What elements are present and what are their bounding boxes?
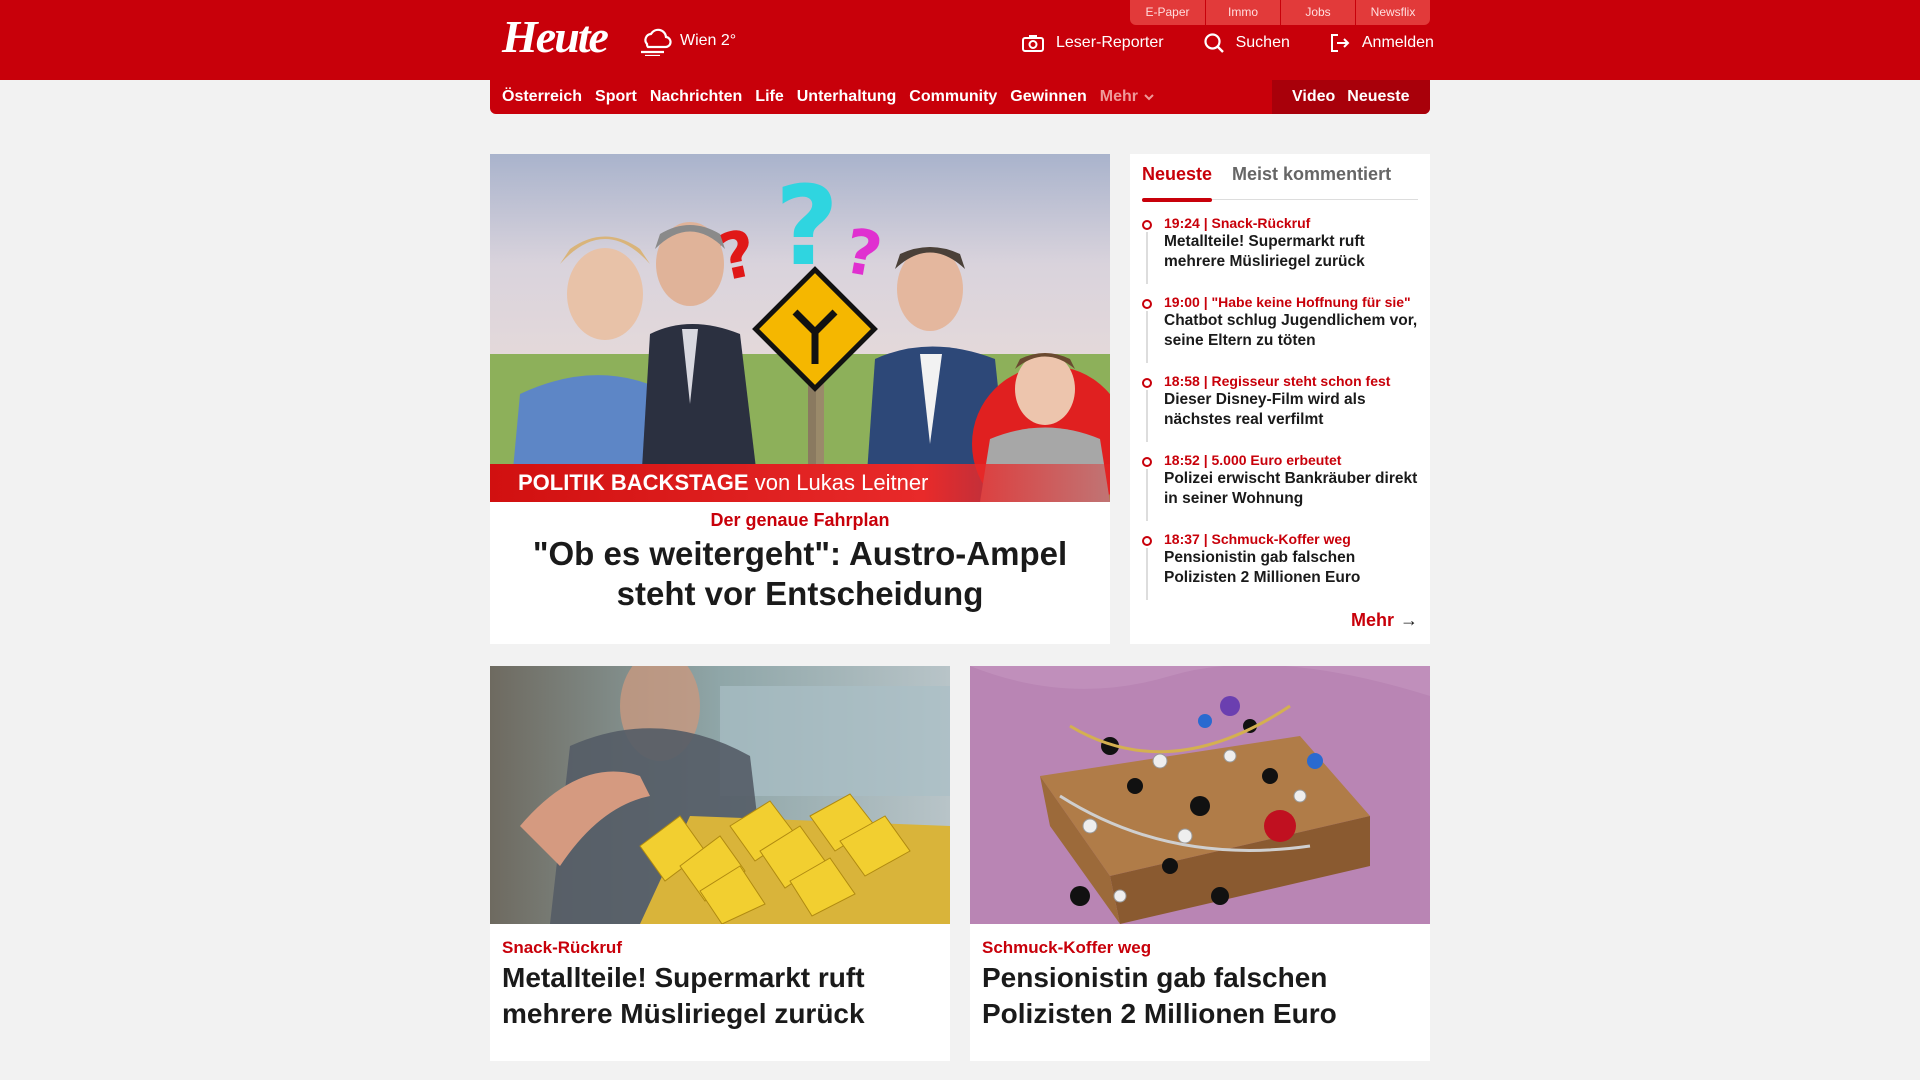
hero-caption-banner: POLITIK BACKSTAGE von Lukas Leitner <box>490 464 1110 502</box>
camera-icon <box>1022 35 1044 52</box>
list-item[interactable]: 18:58 | Regisseur steht schon fest Diese… <box>1142 372 1422 451</box>
timeline-line <box>1146 311 1148 363</box>
weather-cloud-icon <box>641 28 672 56</box>
leser-reporter-label: Leser-Reporter <box>1056 34 1164 51</box>
news-title[interactable]: Metallteile! Supermarkt ruft mehrere Müs… <box>1164 232 1422 272</box>
news-meta: 18:52 | 5.000 Euro erbeutet <box>1164 452 1342 468</box>
top-links: E-Paper Immo Jobs Newsflix <box>1130 0 1430 25</box>
weather-widget[interactable]: Wien 2° <box>638 26 736 56</box>
news-title[interactable]: Polizei erwischt Bankräuber direkt in se… <box>1164 469 1422 509</box>
news-list: 19:24 | Snack-Rückruf Metallteile! Super… <box>1142 214 1422 609</box>
list-item[interactable]: 18:52 | 5.000 Euro erbeutet Polizei erwi… <box>1142 451 1422 530</box>
timeline-dot <box>1142 378 1152 388</box>
timeline-line <box>1146 390 1148 442</box>
tab-meist-kommentiert[interactable]: Meist kommentiert <box>1232 164 1391 200</box>
nav-more-dropdown[interactable]: Mehr <box>1100 88 1156 106</box>
login-label: Anmelden <box>1361 34 1434 51</box>
nav-item-oesterreich[interactable]: Österreich <box>502 88 582 106</box>
nav-item-sport[interactable]: Sport <box>595 88 637 106</box>
nav-item-gewinnen[interactable]: Gewinnen <box>1010 88 1086 106</box>
card-image[interactable] <box>970 666 1430 924</box>
jobs-link[interactable]: Jobs <box>1280 0 1355 25</box>
hero-image[interactable]: ? ? ? <box>490 154 1110 502</box>
nav-item-unterhaltung[interactable]: Unterhaltung <box>797 88 897 106</box>
timeline-dot <box>1142 220 1152 230</box>
news-title[interactable]: Dieser Disney-Film wird als nächstes rea… <box>1164 390 1422 430</box>
immo-link[interactable]: Immo <box>1205 0 1280 25</box>
hero-article[interactable]: ? ? ? POLITIK BACKSTAGE von Lukas Leitne… <box>490 154 1110 644</box>
news-title[interactable]: Chatbot schlug Jugendlichem vor, seine E… <box>1164 311 1422 351</box>
leser-reporter-button[interactable]: Leser-Reporter <box>1022 34 1164 52</box>
sidebar-more-link[interactable]: Mehr → <box>1351 610 1418 631</box>
newsflix-link[interactable]: Newsflix <box>1355 0 1430 25</box>
nav-more-label: Mehr <box>1099 88 1138 105</box>
sidebar-tabs: Neueste Meist kommentiert <box>1142 164 1418 202</box>
nav-item-nachrichten[interactable]: Nachrichten <box>650 88 742 106</box>
timeline-dot <box>1142 299 1152 309</box>
news-meta: 18:58 | Regisseur steht schon fest <box>1164 373 1391 389</box>
tab-neueste[interactable]: Neueste <box>1142 164 1213 202</box>
nav-item-life[interactable]: Life <box>755 88 783 106</box>
list-item[interactable]: 19:24 | Snack-Rückruf Metallteile! Super… <box>1142 214 1422 293</box>
svg-text:?: ? <box>775 162 839 290</box>
header-actions: Leser-Reporter Suchen Anmelden <box>1022 33 1434 53</box>
article-card[interactable]: Schmuck-Koffer weg Pensionistin gab fals… <box>970 666 1430 1061</box>
weather-label: Wien 2° <box>680 32 737 49</box>
login-icon <box>1330 34 1350 52</box>
login-button[interactable]: Anmelden <box>1330 33 1434 53</box>
card-title[interactable]: Metallteile! Supermarkt ruft mehrere Müs… <box>502 960 942 1032</box>
nav-items: Österreich Sport Nachrichten Life Unterh… <box>502 80 1169 114</box>
epaper-link[interactable]: E-Paper <box>1130 0 1205 25</box>
card-title[interactable]: Pensionistin gab falschen Polizisten 2 M… <box>982 960 1422 1032</box>
search-icon <box>1204 33 1224 53</box>
card-kicker: Snack-Rückruf <box>502 938 622 957</box>
hero-caption-bold: POLITIK BACKSTAGE <box>518 470 749 495</box>
nav-item-neueste[interactable]: Neueste <box>1347 88 1409 106</box>
timeline-dot <box>1142 457 1152 467</box>
search-button[interactable]: Suchen <box>1204 33 1290 53</box>
site-header: E-Paper Immo Jobs Newsflix Heute Wien 2°… <box>0 0 1920 80</box>
nav-item-video[interactable]: Video <box>1292 88 1335 106</box>
arrow-right-icon: → <box>1400 610 1418 630</box>
timeline-line <box>1146 548 1148 600</box>
snack-photo <box>490 666 950 924</box>
news-meta: 19:24 | Snack-Rückruf <box>1164 215 1311 231</box>
latest-news-sidebar: Neueste Meist kommentiert 19:24 | Snack-… <box>1130 154 1430 644</box>
timeline-line <box>1146 469 1148 521</box>
hero-caption-author: von Lukas Leitner <box>754 470 929 495</box>
jewelry-photo <box>970 666 1430 924</box>
news-title[interactable]: Pensionistin gab falschen Polizisten 2 M… <box>1164 548 1422 588</box>
hero-headline[interactable]: "Ob es weitergeht": Austro-Ampel steht v… <box>490 534 1110 614</box>
news-meta: 19:00 | "Habe keine Hoffnung für sie" <box>1164 294 1411 310</box>
site-logo[interactable]: Heute <box>502 10 609 63</box>
hero-illustration: ? ? ? <box>490 154 1110 502</box>
main-nav: Österreich Sport Nachrichten Life Unterh… <box>490 80 1430 114</box>
hero-kicker: Der genaue Fahrplan <box>710 510 890 530</box>
list-item[interactable]: 18:37 | Schmuck-Koffer weg Pensionistin … <box>1142 530 1422 609</box>
nav-item-community[interactable]: Community <box>909 88 997 106</box>
list-item[interactable]: 19:00 | "Habe keine Hoffnung für sie" Ch… <box>1142 293 1422 372</box>
article-card[interactable]: Snack-Rückruf Metallteile! Supermarkt ru… <box>490 666 950 1061</box>
chevron-down-icon <box>1144 94 1154 101</box>
search-label: Suchen <box>1235 34 1290 51</box>
card-image[interactable] <box>490 666 950 924</box>
nav-right: Video Neueste <box>1272 80 1430 114</box>
card-kicker: Schmuck-Koffer weg <box>982 938 1152 957</box>
timeline-dot <box>1142 536 1152 546</box>
news-meta: 18:37 | Schmuck-Koffer weg <box>1164 531 1351 547</box>
timeline-line <box>1146 232 1148 284</box>
sidebar-more-label: Mehr <box>1350 610 1394 630</box>
